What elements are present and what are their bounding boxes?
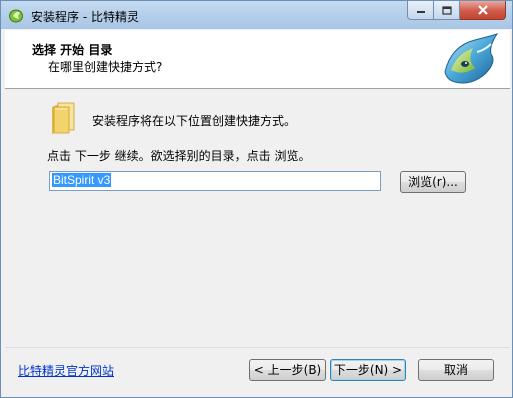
wizard-body: 安装程序将在以下位置创建快捷方式。 点击 下一步 继续。欲选择别的目录，点击 浏… xyxy=(5,89,510,347)
title-bar[interactable]: 安装程序 - 比特精灵 xyxy=(1,1,512,29)
instruction-text: 点击 下一步 继续。欲选择别的目录，点击 浏览。 xyxy=(47,149,311,163)
folder-icon xyxy=(52,102,75,134)
window-title: 安装程序 - 比特精灵 xyxy=(31,10,139,24)
info-text: 安装程序将在以下位置创建快捷方式。 xyxy=(92,114,297,128)
start-menu-folder-input[interactable]: BitSpirit v3 xyxy=(49,171,381,191)
close-icon xyxy=(477,5,488,15)
installer-window: 安装程序 - 比特精灵 选择 开始 目录 在哪里创建快捷方式? 安装程序将在以下… xyxy=(0,0,513,398)
browse-button[interactable]: 浏览(r)... xyxy=(400,171,466,193)
maximize-button[interactable] xyxy=(434,1,460,20)
close-button[interactable] xyxy=(460,1,506,20)
footer-divider xyxy=(5,347,510,348)
page-title: 选择 开始 目录 xyxy=(32,43,113,57)
next-button[interactable]: 下一步(N) > xyxy=(330,359,406,381)
website-link[interactable]: 比特精灵官方网站 xyxy=(18,362,114,379)
cancel-button[interactable]: 取消 xyxy=(418,359,494,381)
bitspirit-app-icon xyxy=(9,9,23,23)
bitspirit-logo xyxy=(444,33,499,84)
wizard-header: 选择 开始 目录 在哪里创建快捷方式? xyxy=(5,30,510,89)
maximize-icon xyxy=(441,5,452,15)
path-value: BitSpirit v3 xyxy=(52,173,112,187)
window-controls xyxy=(407,1,506,21)
page-subtitle: 在哪里创建快捷方式? xyxy=(48,60,163,74)
minimize-icon xyxy=(416,11,425,13)
back-button[interactable]: < 上一步(B) xyxy=(249,359,326,381)
minimize-button[interactable] xyxy=(407,1,434,20)
